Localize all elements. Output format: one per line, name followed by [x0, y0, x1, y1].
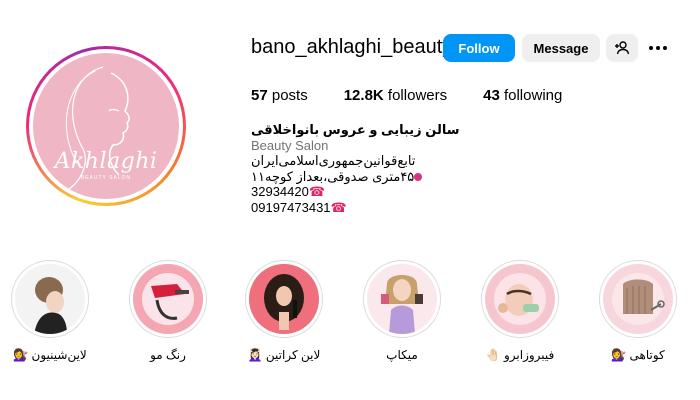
highlight-label: کوتاهی 💇‍♀️ — [611, 348, 665, 362]
highlight-cover-keratin — [249, 264, 319, 334]
makeup-icon — [381, 275, 423, 334]
followers-count: 12.8K — [343, 87, 384, 104]
highlight-label: فیبروزابرو 🤚🏻 — [485, 348, 555, 362]
profile-avatar[interactable]: Akhlaghi BEAUTY SALON — [33, 53, 179, 199]
highlight-ring — [129, 260, 207, 338]
highlight-cover-chignon — [15, 264, 85, 334]
avatar-gap: Akhlaghi BEAUTY SALON — [29, 49, 183, 203]
more-options-button[interactable] — [646, 38, 670, 58]
highlight-item[interactable]: فیبروزابرو 🤚🏻 — [478, 260, 562, 362]
bio-phone-2: 09197473431☎ — [251, 200, 460, 216]
highlight-label: لاین کراتین 💆🏻‍♀️ — [247, 348, 321, 362]
phone-2-number: 09197473431 — [251, 199, 331, 215]
eyebrow-treatment-icon — [494, 273, 546, 325]
highlight-item[interactable]: لاین‌شینیون 💇‍♀️ — [8, 260, 92, 362]
bio-address: ۴۵متری صدوقی،بعداز کوچه۱۱ — [251, 168, 415, 184]
more-horizontal-icon — [649, 46, 653, 50]
more-dot — [663, 46, 667, 50]
highlight-item[interactable]: لاین کراتین 💆🏻‍♀️ — [242, 260, 326, 362]
profile-username: bano_akhlaghi_beauty — [251, 36, 453, 58]
posts-count: 57 — [251, 87, 268, 104]
highlight-ring — [599, 260, 677, 338]
keratin-hair-icon — [264, 274, 304, 330]
profile-stats: 57 posts 12.8K followers 43 following — [251, 87, 598, 104]
highlight-cover-makeup — [367, 264, 437, 334]
posts-stat: 57 posts — [251, 87, 308, 104]
highlight-ring — [245, 260, 323, 338]
person-plus-icon — [615, 41, 630, 55]
avatar-brand-subtext: BEAUTY SALON — [80, 175, 132, 181]
bio-line-1: تابع‌قوانین‌جمهوری‌اسلامی‌ایران — [251, 153, 416, 168]
following-label: following — [503, 87, 563, 104]
location-pin-icon — [414, 173, 423, 182]
profile-bio: سالن زیبایی و عروس بانواخلاقی Beauty Sal… — [251, 122, 460, 215]
highlight-item[interactable]: رنگ مو — [126, 260, 210, 362]
haircut-icon — [612, 273, 665, 325]
bio-phone-1: 32934420☎ — [251, 184, 460, 200]
message-button[interactable]: Message — [522, 34, 600, 62]
phone-1-number: 32934420 — [251, 184, 309, 199]
highlight-ring — [11, 260, 89, 338]
highlight-label: میکاپ — [386, 348, 418, 362]
profile-category: Beauty Salon — [251, 137, 329, 153]
highlight-cover-hair-color — [133, 264, 203, 334]
bio-line-2: ۴۵متری صدوقی،بعداز کوچه۱۱ — [251, 169, 460, 185]
highlight-cover-haircut — [603, 264, 673, 334]
highlight-label: لاین‌شینیون 💇‍♀️ — [13, 348, 87, 362]
telephone-icon: ☎ — [308, 184, 326, 199]
story-highlights: لاین‌شینیون 💇‍♀️ رنگ مو — [0, 260, 700, 370]
profile-avatar-ring[interactable]: Akhlaghi BEAUTY SALON — [26, 46, 186, 206]
followers-label: followers — [387, 87, 448, 104]
more-dot — [656, 46, 660, 50]
avatar-brand-text: Akhlaghi — [54, 149, 158, 174]
profile-full-name: سالن زیبایی و عروس بانواخلاقی — [251, 122, 460, 137]
highlight-label: رنگ مو — [150, 348, 186, 362]
posts-label: posts — [271, 87, 308, 104]
followers-stat[interactable]: 12.8K followers — [344, 87, 447, 104]
following-count: 43 — [483, 87, 500, 104]
telephone-icon: ☎ — [330, 199, 347, 215]
highlight-ring — [363, 260, 441, 338]
suggest-accounts-button[interactable] — [606, 34, 638, 62]
chignon-hairstyle-icon — [35, 277, 67, 334]
hair-color-icon — [142, 273, 194, 325]
highlight-item[interactable]: میکاپ — [360, 260, 444, 362]
highlight-cover-brow — [485, 264, 555, 334]
follow-button[interactable]: Follow — [443, 34, 515, 62]
highlight-ring — [481, 260, 559, 338]
highlight-item[interactable]: کوتاهی 💇‍♀️ — [596, 260, 680, 362]
following-stat[interactable]: 43 following — [483, 87, 562, 104]
